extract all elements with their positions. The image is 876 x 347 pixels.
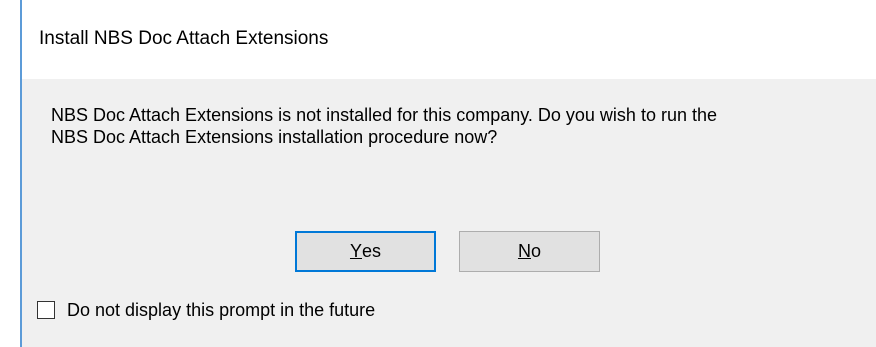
no-button[interactable]: No xyxy=(459,231,600,272)
screen: Install NBS Doc Attach Extensions NBS Do… xyxy=(0,0,876,347)
yes-button-label-rest: es xyxy=(362,241,382,261)
no-button-label-rest: o xyxy=(530,241,541,261)
dialog-title: Install NBS Doc Attach Extensions xyxy=(39,28,329,49)
yes-button-accelerator: Y xyxy=(349,241,362,261)
dialog-titlebar: Install NBS Doc Attach Extensions xyxy=(22,0,876,79)
do-not-display-label[interactable]: Do not display this prompt in the future xyxy=(67,300,375,321)
do-not-display-option[interactable]: Do not display this prompt in the future xyxy=(37,298,375,322)
message-line-2: NBS Doc Attach Extensions installation p… xyxy=(51,127,498,147)
dialog-message: NBS Doc Attach Extensions is not install… xyxy=(51,104,861,148)
message-line-1: NBS Doc Attach Extensions is not install… xyxy=(51,105,717,125)
yes-button[interactable]: Yes xyxy=(295,231,436,272)
install-dialog: Install NBS Doc Attach Extensions NBS Do… xyxy=(22,0,876,347)
no-button-accelerator: N xyxy=(517,241,531,261)
do-not-display-checkbox[interactable] xyxy=(37,301,55,319)
